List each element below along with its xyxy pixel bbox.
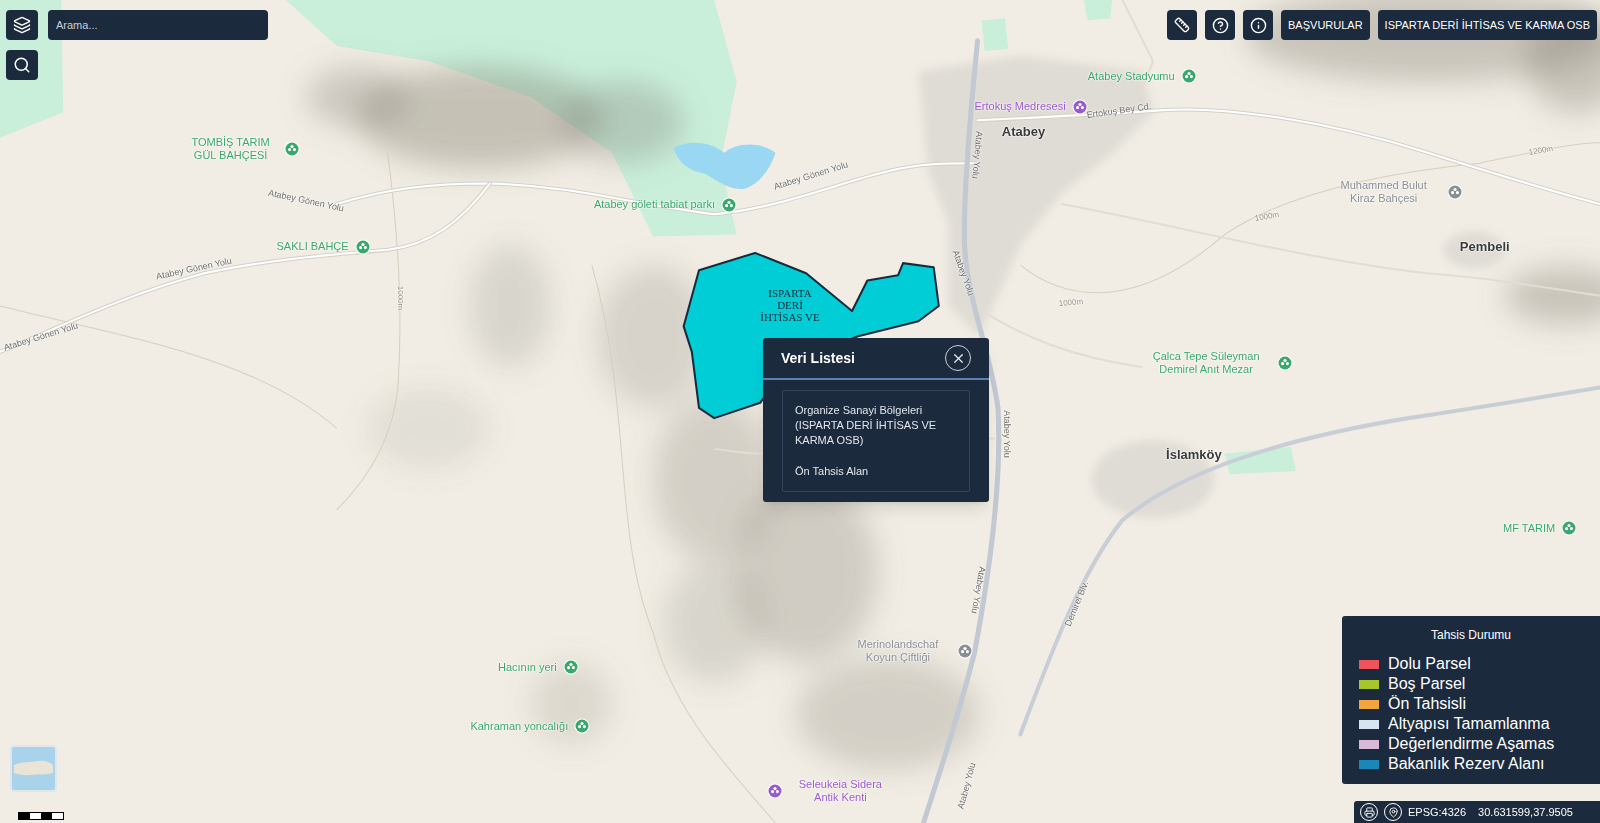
town-blocks xyxy=(918,56,1505,518)
town-label: Pembeli xyxy=(1460,239,1510,252)
poi-label: Muhammed Bulut Kiraz Bahçesi xyxy=(1327,179,1441,205)
roads xyxy=(0,41,1600,823)
poi-icon xyxy=(1561,520,1577,536)
scale-bar xyxy=(18,812,64,820)
poi-icon xyxy=(957,643,973,659)
poi-label: Seleukeia Sidera Antik Kenti xyxy=(789,778,891,804)
minimap-button[interactable] xyxy=(10,745,57,792)
layers-button[interactable] xyxy=(6,10,38,40)
map-poi[interactable]: Hacının yeri xyxy=(498,659,579,675)
contour-label: 1000m xyxy=(396,286,404,310)
poi-label: TOMBİŞ TARIM GÜL BAHÇESİ xyxy=(184,136,278,162)
poi-label: Kahraman yoncalığı xyxy=(470,720,568,733)
legend-item: Değerlendirme Aşamas xyxy=(1359,734,1600,754)
poi-icon xyxy=(721,197,737,213)
green-area xyxy=(0,0,1296,474)
legend-swatch xyxy=(1359,660,1379,669)
poi-label: Atabey Stadyumu xyxy=(1088,70,1175,83)
popup-line: Ön Tahsis Alan xyxy=(795,464,957,479)
legend-swatch xyxy=(1359,680,1379,689)
lake xyxy=(673,143,775,189)
info-button[interactable] xyxy=(1243,10,1273,40)
locate-button[interactable] xyxy=(1384,803,1402,821)
poi-label: Ertokuş Medresesi xyxy=(974,100,1065,113)
status-bar: EPSG:4326 30.631599,37.9505 xyxy=(1354,801,1600,823)
legend-swatch xyxy=(1359,700,1379,709)
legend-swatch xyxy=(1359,760,1379,769)
poi-icon xyxy=(563,659,579,675)
printer-icon xyxy=(1364,807,1375,818)
legend-swatch xyxy=(1359,740,1379,749)
poi-icon xyxy=(284,141,300,157)
poi-icon xyxy=(574,718,590,734)
popup-title: Veri Listesi xyxy=(781,348,855,369)
map-poi[interactable]: Atabey göleti tabiat parkı xyxy=(594,197,737,213)
ruler-icon xyxy=(1174,17,1190,33)
popup-line: Organize Sanayi Bölgeleri (ISPARTA DERİ … xyxy=(795,403,957,448)
search-button[interactable] xyxy=(6,50,38,80)
coordinates-label: 30.631599,37.9505 xyxy=(1478,804,1573,821)
left-toolbar: Arama... xyxy=(6,10,268,80)
layers-icon xyxy=(13,16,31,34)
help-button[interactable] xyxy=(1205,10,1235,40)
poi-icon xyxy=(1277,355,1293,371)
popup-header: Veri Listesi xyxy=(763,338,989,380)
map-poi[interactable]: Muhammed Bulut Kiraz Bahçesi xyxy=(1327,179,1463,205)
map-poi[interactable]: Çalca Tepe Süleyman Demirel Anıt Mezar xyxy=(1141,350,1294,376)
help-icon xyxy=(1212,17,1229,34)
top-button[interactable]: BAŞVURULAR xyxy=(1281,10,1370,40)
minimap-icon xyxy=(12,747,55,790)
legend: Tahsis Durumu Dolu ParselBoş ParselÖn Tah… xyxy=(1342,616,1600,784)
map-poi[interactable]: Kahraman yoncalığı xyxy=(470,718,590,734)
measure-button[interactable] xyxy=(1167,10,1197,40)
poi-label: Atabey göleti tabiat parkı xyxy=(594,198,715,211)
print-button[interactable] xyxy=(1360,803,1378,821)
legend-item: Boş Parsel xyxy=(1359,674,1600,694)
poi-icon xyxy=(355,239,371,255)
poi-label: Çalca Tepe Süleyman Demirel Anıt Mezar xyxy=(1141,350,1272,376)
map-poi[interactable]: Merinolandschaf Koyun Çiftliği xyxy=(845,638,973,664)
pin-icon xyxy=(1388,807,1399,818)
area-label: ISPARTA DERİ İHTİSAS VE xyxy=(757,287,823,323)
search-placeholder: Arama... xyxy=(56,17,98,34)
map-poi[interactable]: MF TARIM xyxy=(1503,520,1577,536)
legend-item: Bakanlık Rezerv Alanı xyxy=(1359,754,1600,774)
popup-close-button[interactable] xyxy=(945,345,971,371)
search-icon xyxy=(13,56,31,74)
poi-label: MF TARIM xyxy=(1503,522,1555,535)
poi-label: Merinolandschaf Koyun Çiftliği xyxy=(845,638,951,664)
projection-label: EPSG:4326 xyxy=(1408,804,1466,821)
legend-item: Dolu Parsel xyxy=(1359,654,1600,674)
poi-label: SAKLI BAHÇE xyxy=(277,240,349,253)
close-icon xyxy=(951,351,966,366)
poi-label: Hacının yeri xyxy=(498,661,557,674)
popup-body: Organize Sanayi Bölgeleri (ISPARTA DERİ … xyxy=(782,390,970,492)
search-field[interactable]: Arama... xyxy=(48,10,268,40)
road-label: Atabey Yolu xyxy=(1002,410,1011,458)
info-icon xyxy=(1250,17,1267,34)
map-poi[interactable]: Atabey Stadyumu xyxy=(1088,68,1197,84)
poi-icon xyxy=(1072,99,1088,115)
map-poi[interactable]: SAKLI BAHÇE xyxy=(277,239,371,255)
legend-swatch xyxy=(1359,720,1379,729)
poi-icon xyxy=(767,783,783,799)
legend-title: Tahsis Durumu xyxy=(1359,626,1600,644)
map-app: ISPARTA DERİ İHTİSAS VE TOMBİŞ TARIM GÜL … xyxy=(0,0,1600,823)
town-label: İslamköy xyxy=(1166,448,1222,461)
poi-icon xyxy=(1181,68,1197,84)
top-button[interactable]: ISPARTA DERİ İHTİSAS VE KARMA OSB xyxy=(1378,10,1597,40)
data-popup: Veri Listesi Organize Sanayi Bölgeleri (I… xyxy=(763,338,989,502)
top-toolbar: BAŞVURULAR ISPARTA DERİ İHTİSAS VE KARMA … xyxy=(1167,10,1597,40)
contour-lines xyxy=(0,143,1600,823)
map-poi[interactable]: TOMBİŞ TARIM GÜL BAHÇESİ xyxy=(184,136,300,162)
map-poi[interactable]: Ertokuş Medresesi xyxy=(974,99,1087,115)
legend-item: Altyapısı Tamamlanma xyxy=(1359,714,1600,734)
legend-item: Ön Tahsisli xyxy=(1359,694,1600,714)
map-poi[interactable]: Seleukeia Sidera Antik Kenti xyxy=(767,778,891,804)
poi-icon xyxy=(1447,184,1463,200)
town-label: Atabey xyxy=(1002,124,1045,137)
